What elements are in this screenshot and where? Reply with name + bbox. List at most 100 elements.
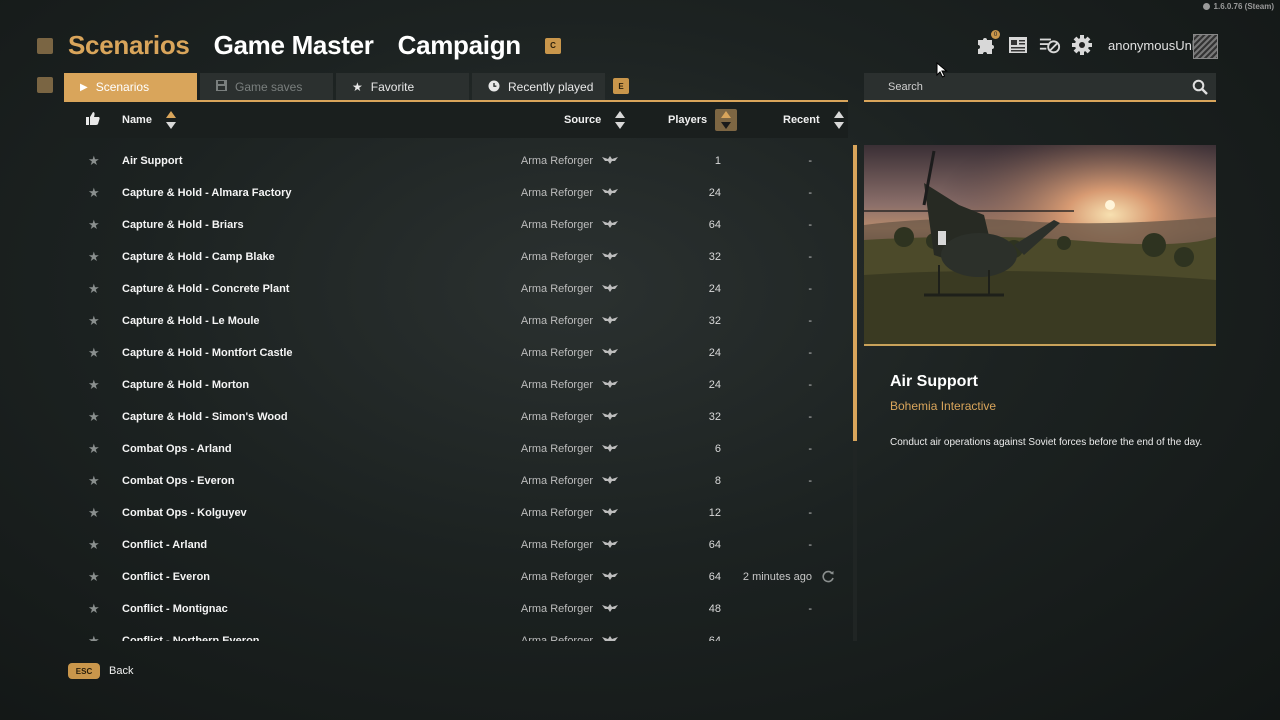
favorite-star-icon[interactable]: ★ xyxy=(88,506,100,519)
play-icon: ▶ xyxy=(80,81,88,93)
top-toolbar: 0 xyxy=(975,30,1093,56)
favorite-star-icon[interactable]: ★ xyxy=(88,218,100,231)
table-row[interactable]: ★ Capture & Hold - Simon's Wood Arma Refor… xyxy=(64,401,848,433)
scenario-source: Arma Reforger xyxy=(520,283,593,295)
detail-author[interactable]: Bohemia Interactive xyxy=(890,399,996,413)
scenario-name: Capture & Hold - Montfort Castle xyxy=(122,347,293,359)
favorite-star-icon[interactable]: ★ xyxy=(88,634,100,641)
table-row[interactable]: ★ Capture & Hold - Camp Blake Arma Reforge… xyxy=(64,241,848,273)
tab-favorite[interactable]: ★ Favorite xyxy=(336,73,469,101)
rating-column[interactable] xyxy=(86,102,100,138)
source-eagle-icon xyxy=(602,251,618,264)
scenario-players: 64 xyxy=(708,219,721,231)
scenario-recent: - xyxy=(808,187,812,199)
scenario-name: Conflict - Arland xyxy=(122,539,208,551)
scenario-recent: - xyxy=(808,315,812,327)
table-row[interactable]: ★ Capture & Hold - Briars Arma Reforger 64 - xyxy=(64,209,848,241)
source-eagle-icon xyxy=(602,443,618,456)
table-row[interactable]: ★ Capture & Hold - Morton Arma Reforger 24 - xyxy=(64,369,848,401)
search-icon[interactable] xyxy=(1192,79,1208,98)
clock-icon xyxy=(488,80,500,95)
avatar[interactable] xyxy=(1193,34,1218,59)
table-row[interactable]: ★ Conflict - Montignac Arma Reforger 48 - xyxy=(64,593,848,625)
favorite-star-icon[interactable]: ★ xyxy=(88,442,100,455)
name-column-header[interactable]: Name xyxy=(122,102,182,138)
table-row[interactable]: ★ Combat Ops - Everon Arma Reforger 8 - xyxy=(64,465,848,497)
favorite-star-icon[interactable]: ★ xyxy=(88,314,100,327)
favorite-star-icon[interactable]: ★ xyxy=(88,602,100,615)
sort-source-icon[interactable] xyxy=(609,109,631,131)
source-eagle-icon xyxy=(602,315,618,328)
nav-next-key[interactable]: C xyxy=(544,37,561,54)
star-icon: ★ xyxy=(352,80,363,94)
sort-players-icon[interactable] xyxy=(715,109,738,131)
favorite-star-icon[interactable]: ★ xyxy=(88,186,100,199)
scenario-name: Capture & Hold - Concrete Plant xyxy=(122,283,290,295)
scenario-name: Capture & Hold - Simon's Wood xyxy=(122,411,288,423)
scenario-name: Conflict - Montignac xyxy=(122,603,228,615)
tab-recently-played[interactable]: Recently played xyxy=(472,73,605,101)
favorite-star-icon[interactable]: ★ xyxy=(88,154,100,167)
favorite-star-icon[interactable]: ★ xyxy=(88,282,100,295)
nav-campaign[interactable]: Campaign xyxy=(398,30,522,61)
table-row[interactable]: ★ Conflict - Northern Everon Arma Reforger… xyxy=(64,625,848,641)
favorite-star-icon[interactable]: ★ xyxy=(88,570,100,583)
source-eagle-icon xyxy=(602,347,618,360)
tab-game-saves[interactable]: Game saves xyxy=(200,73,333,101)
scenario-recent: - xyxy=(808,155,812,167)
scenario-recent: - xyxy=(808,475,812,487)
detail-title: Air Support xyxy=(890,373,978,390)
username[interactable]: anonymousUnk xyxy=(1108,38,1198,53)
sort-recent-icon[interactable] xyxy=(828,109,850,131)
table-row[interactable]: ★ Capture & Hold - Almara Factory Arma Ref… xyxy=(64,177,848,209)
helicopter-landscape-image xyxy=(864,145,1216,344)
scenario-players: 32 xyxy=(708,315,721,327)
mods-puzzle-icon[interactable]: 0 xyxy=(975,30,1000,56)
recent-column-header[interactable]: Recent xyxy=(783,102,850,138)
table-row[interactable]: ★ Combat Ops - Arland Arma Reforger 6 - xyxy=(64,433,848,465)
scenario-name: Conflict - Everon xyxy=(122,571,211,583)
block-list-icon[interactable] xyxy=(1039,34,1061,56)
version-label: 1.6.0.76 (Steam) xyxy=(1202,2,1274,11)
source-column-header[interactable]: Source xyxy=(564,102,631,138)
favorite-star-icon[interactable]: ★ xyxy=(88,474,100,487)
sort-name-icon[interactable] xyxy=(160,109,182,131)
scenario-players: 12 xyxy=(708,507,721,519)
table-row[interactable]: ★ Air Support Arma Reforger 1 - xyxy=(64,145,848,177)
favorite-star-icon[interactable]: ★ xyxy=(88,346,100,359)
scenario-source: Arma Reforger xyxy=(520,475,593,487)
nav-game-master[interactable]: Game Master xyxy=(214,30,374,61)
source-eagle-icon xyxy=(602,571,618,584)
favorite-star-icon[interactable]: ★ xyxy=(88,378,100,391)
nav-scenarios[interactable]: Scenarios xyxy=(68,30,190,61)
table-row[interactable]: ★ Capture & Hold - Le Moule Arma Reforger 3… xyxy=(64,305,848,337)
news-icon[interactable] xyxy=(1007,34,1029,56)
back-button[interactable]: ESC Back xyxy=(68,663,133,679)
table-row[interactable]: ★ Conflict - Everon Arma Reforger 64 2 minut… xyxy=(64,561,848,593)
scenario-name: Conflict - Northern Everon xyxy=(122,635,260,641)
scrollbar-thumb[interactable] xyxy=(853,145,857,441)
search-input[interactable]: Search xyxy=(864,73,1216,101)
table-row[interactable]: ★ Conflict - Arland Arma Reforger 64 - xyxy=(64,529,848,561)
tab-scenarios[interactable]: ▶ Scenarios xyxy=(64,73,197,101)
source-eagle-icon xyxy=(602,283,618,296)
tab-next-key[interactable]: E xyxy=(613,78,629,94)
table-row[interactable]: ★ Combat Ops - Kolguyev Arma Reforger 12 - xyxy=(64,497,848,529)
players-column-header[interactable]: Players xyxy=(668,102,738,138)
favorite-star-icon[interactable]: ★ xyxy=(88,538,100,551)
scenario-name: Capture & Hold - Camp Blake xyxy=(122,251,275,263)
settings-gear-icon[interactable] xyxy=(1071,34,1093,56)
favorite-star-icon[interactable]: ★ xyxy=(88,410,100,423)
scenario-players: 24 xyxy=(708,283,721,295)
nav-prev-key[interactable] xyxy=(37,38,53,54)
scenario-source: Arma Reforger xyxy=(520,251,593,263)
table-row[interactable]: ★ Capture & Hold - Montfort Castle Arma Re… xyxy=(64,337,848,369)
restart-icon[interactable] xyxy=(822,570,835,586)
scenario-source: Arma Reforger xyxy=(520,347,593,359)
tab-prev-key[interactable] xyxy=(37,77,53,93)
table-row[interactable]: ★ Capture & Hold - Concrete Plant Arma Ref… xyxy=(64,273,848,305)
scenario-source: Arma Reforger xyxy=(520,155,593,167)
favorite-star-icon[interactable]: ★ xyxy=(88,250,100,263)
scenario-preview-image xyxy=(864,145,1216,344)
scenario-players: 32 xyxy=(708,251,721,263)
